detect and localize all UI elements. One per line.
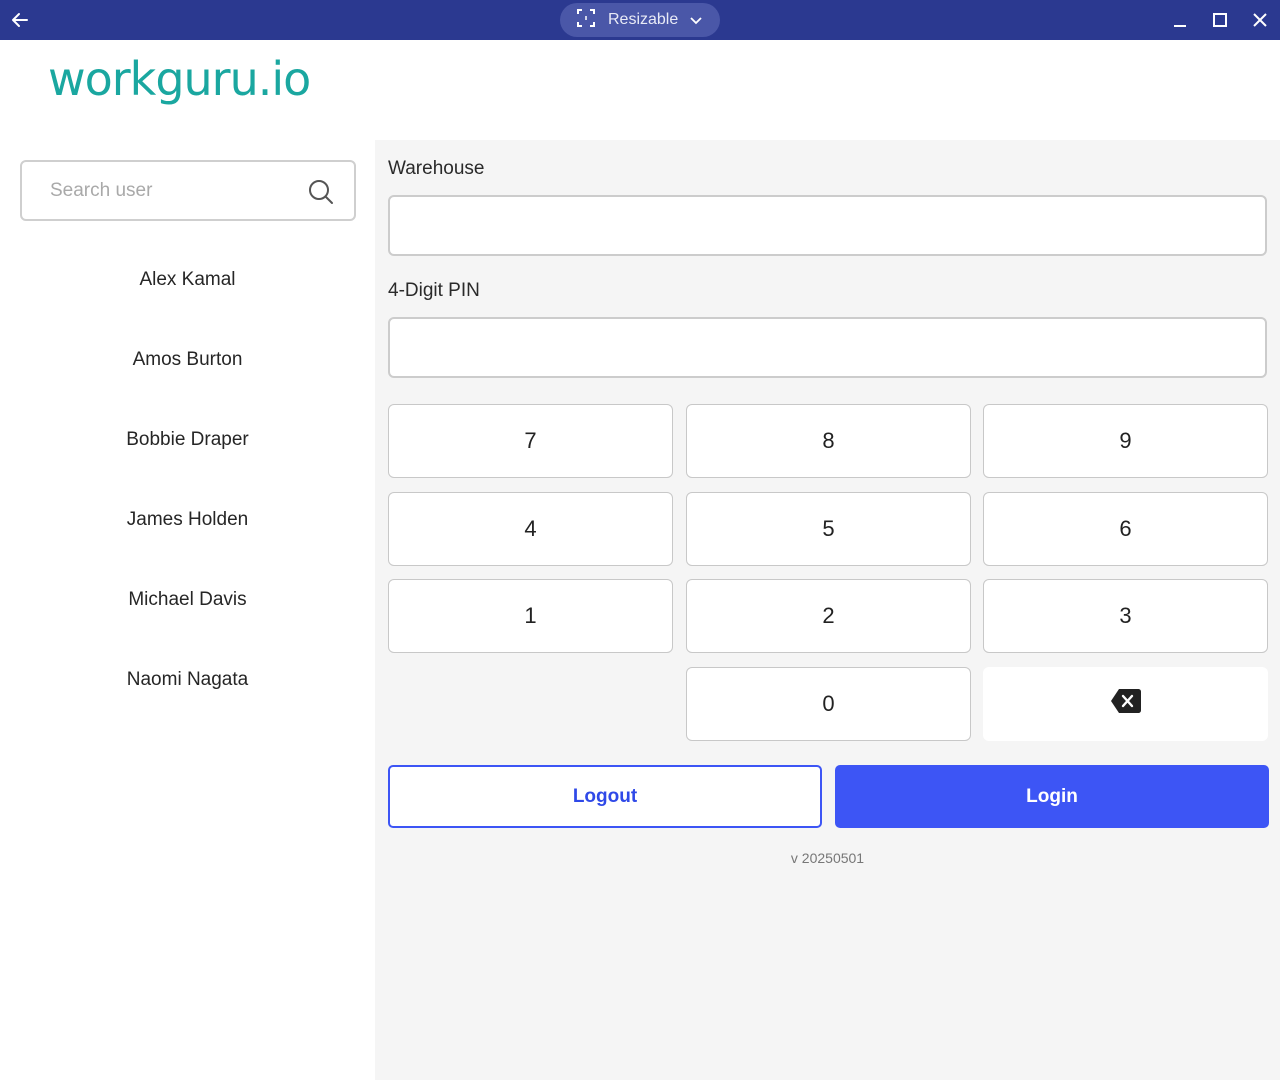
key-8[interactable]: 8 <box>686 404 971 478</box>
close-icon[interactable] <box>1248 8 1272 32</box>
backspace-button[interactable] <box>983 667 1268 741</box>
key-3[interactable]: 3 <box>983 579 1268 653</box>
logout-button[interactable]: Logout <box>388 765 822 828</box>
window-mode-label: Resizable <box>608 11 679 28</box>
workguru-logo: workguru.io <box>48 52 311 106</box>
chevron-down-icon <box>688 12 704 28</box>
warehouse-label: Warehouse <box>388 158 485 179</box>
pin-label: 4-Digit PIN <box>388 280 480 301</box>
minimize-icon[interactable] <box>1168 8 1192 32</box>
warehouse-field[interactable] <box>388 195 1267 256</box>
key-9[interactable]: 9 <box>983 404 1268 478</box>
user-item[interactable]: Naomi Nagata <box>0 641 375 721</box>
search-icon[interactable] <box>308 179 334 205</box>
resize-icon <box>576 8 596 33</box>
key-2[interactable]: 2 <box>686 579 971 653</box>
key-1[interactable]: 1 <box>388 579 673 653</box>
version-text: v 20250501 <box>790 850 865 866</box>
key-4[interactable]: 4 <box>388 492 673 566</box>
login-panel: Warehouse 4-Digit PIN 7 8 9 4 5 6 1 2 3 … <box>375 140 1280 1080</box>
backspace-icon <box>1110 688 1142 720</box>
key-0[interactable]: 0 <box>686 667 971 741</box>
key-6[interactable]: 6 <box>983 492 1268 566</box>
key-5[interactable]: 5 <box>686 492 971 566</box>
maximize-icon[interactable] <box>1208 8 1232 32</box>
login-button[interactable]: Login <box>835 765 1269 828</box>
pin-field[interactable] <box>388 317 1267 378</box>
user-item[interactable]: James Holden <box>0 481 375 561</box>
user-item[interactable]: Michael Davis <box>0 561 375 641</box>
window-titlebar: Resizable <box>0 0 1280 40</box>
user-item[interactable]: Alex Kamal <box>0 241 375 321</box>
user-item[interactable]: Bobbie Draper <box>0 401 375 481</box>
window-mode-dropdown[interactable]: Resizable <box>560 3 720 37</box>
user-list: Alex Kamal Amos Burton Bobbie Draper Jam… <box>0 241 375 721</box>
search-user-box[interactable] <box>20 160 356 221</box>
key-7[interactable]: 7 <box>388 404 673 478</box>
back-arrow-icon[interactable] <box>8 8 32 32</box>
search-user-input[interactable] <box>50 178 300 204</box>
user-item[interactable]: Amos Burton <box>0 321 375 401</box>
